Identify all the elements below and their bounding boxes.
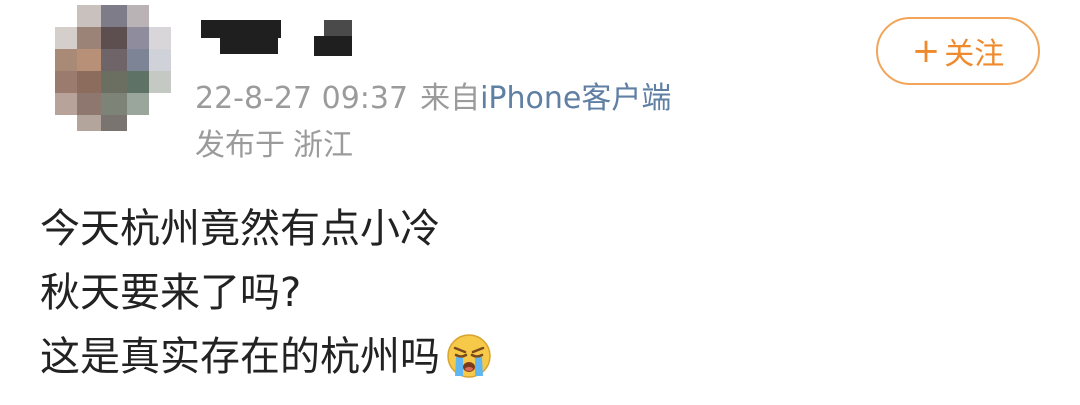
follow-button-label: 关注 xyxy=(944,37,1005,72)
plus-icon: + xyxy=(911,31,941,71)
username-redacted[interactable] xyxy=(201,20,281,38)
post-text-line: 今天杭州竟然有点小冷 xyxy=(40,206,440,252)
post-timestamp: 22-8-27 09:37 xyxy=(195,81,409,116)
location-value: 浙江 xyxy=(293,128,353,163)
post-text-line: 这是真实存在的杭州吗 xyxy=(40,325,492,389)
source-link[interactable]: iPhone客户端 xyxy=(480,81,671,116)
username-redacted-part xyxy=(314,20,352,56)
follow-button[interactable]: + 关注 xyxy=(876,17,1040,85)
avatar[interactable] xyxy=(55,5,173,131)
post-text-line: 秋天要来了吗? xyxy=(40,270,302,316)
username-redacted-part xyxy=(220,38,278,54)
post-meta: 22-8-27 09:37 来自iPhone客户端 xyxy=(195,79,671,119)
crying-face-emoji xyxy=(447,334,491,378)
post-content: 今天杭州竟然有点小冷 秋天要来了吗? 这是真实存在的杭州吗 xyxy=(40,197,492,389)
post-text-line-content: 这是真实存在的杭州吗 xyxy=(40,334,440,380)
source-prefix: 来自 xyxy=(420,81,481,116)
blurred-avatar-icon xyxy=(55,5,173,131)
location-label: 发布于 xyxy=(195,128,285,163)
post-location: 发布于 浙江 xyxy=(195,126,353,166)
